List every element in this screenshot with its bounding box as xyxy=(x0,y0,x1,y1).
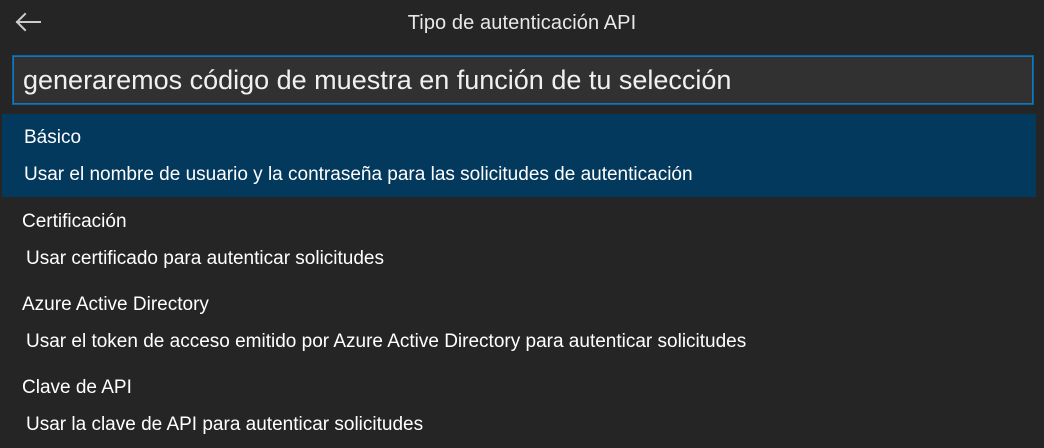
list-item-detail: Usar el nombre de usuario y la contraseñ… xyxy=(24,164,693,185)
list-item-detail: Usar la clave de API para autenticar sol… xyxy=(26,414,424,435)
search-field[interactable] xyxy=(12,55,1034,105)
list-item-azure-active-directory[interactable]: Azure Active Directory Usar el token de … xyxy=(0,280,1044,363)
quick-pick-dialog: Tipo de autenticación API Básico Usar el… xyxy=(0,0,1044,448)
options-list: Básico Usar el nombre de usuario y la co… xyxy=(0,114,1044,446)
list-item-detail: Usar el token de acceso emitido por Azur… xyxy=(26,331,747,352)
list-item-label: Clave de API xyxy=(22,377,132,398)
list-item-certificacion[interactable]: Certificación Usar certificado para aute… xyxy=(0,197,1044,280)
search-input[interactable] xyxy=(23,64,1033,96)
list-item-basico[interactable]: Básico Usar el nombre de usuario y la co… xyxy=(2,114,1036,197)
list-item-label: Azure Active Directory xyxy=(22,294,209,315)
list-item-detail: Usar certificado para autenticar solicit… xyxy=(26,248,385,269)
list-item-clave-de-api[interactable]: Clave de API Usar la clave de API para a… xyxy=(0,363,1044,446)
dialog-title: Tipo de autenticación API xyxy=(407,12,637,34)
title-bar: Tipo de autenticación API xyxy=(0,0,1044,46)
list-item-label: Certificación xyxy=(22,211,127,232)
list-item-label: Básico xyxy=(24,127,82,148)
